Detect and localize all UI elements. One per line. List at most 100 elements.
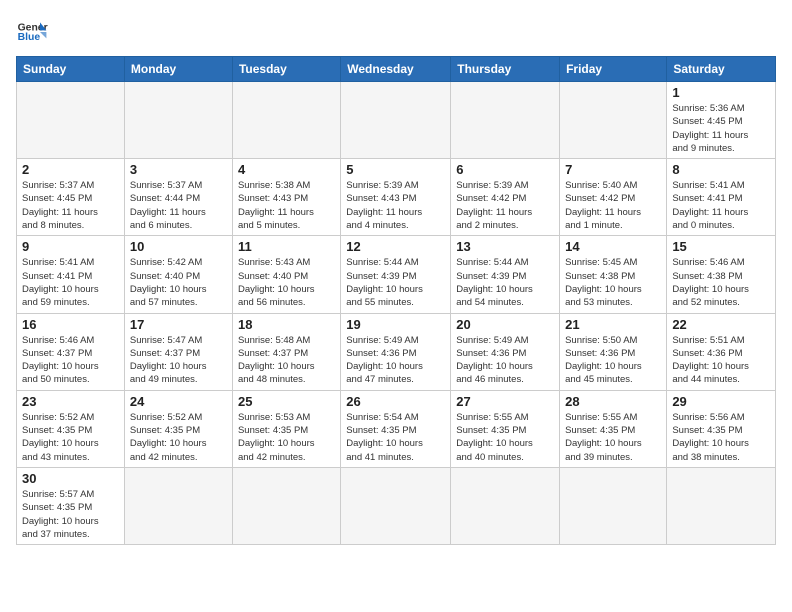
day-number: 22	[672, 317, 770, 332]
day-info: Sunrise: 5:55 AM Sunset: 4:35 PM Dayligh…	[456, 411, 554, 464]
day-info: Sunrise: 5:52 AM Sunset: 4:35 PM Dayligh…	[130, 411, 227, 464]
calendar-cell	[232, 467, 340, 544]
calendar-cell: 11 Sunrise: 5:43 AM Sunset: 4:40 PM Dayli…	[232, 236, 340, 313]
day-number: 11	[238, 239, 335, 254]
header: General Blue	[16, 16, 776, 48]
day-info: Sunrise: 5:39 AM Sunset: 4:42 PM Dayligh…	[456, 179, 554, 232]
logo: General Blue	[16, 16, 48, 48]
weekday-header-saturday: Saturday	[667, 57, 776, 82]
calendar-cell: 28 Sunrise: 5:55 AM Sunset: 4:35 PM Dayli…	[560, 390, 667, 467]
day-info: Sunrise: 5:56 AM Sunset: 4:35 PM Dayligh…	[672, 411, 770, 464]
day-number: 2	[22, 162, 119, 177]
day-info: Sunrise: 5:55 AM Sunset: 4:35 PM Dayligh…	[565, 411, 661, 464]
day-number: 16	[22, 317, 119, 332]
day-number: 25	[238, 394, 335, 409]
calendar-cell: 25 Sunrise: 5:53 AM Sunset: 4:35 PM Dayli…	[232, 390, 340, 467]
day-info: Sunrise: 5:51 AM Sunset: 4:36 PM Dayligh…	[672, 334, 770, 387]
calendar-cell	[341, 82, 451, 159]
calendar-cell: 10 Sunrise: 5:42 AM Sunset: 4:40 PM Dayli…	[124, 236, 232, 313]
weekday-header-row: SundayMondayTuesdayWednesdayThursdayFrid…	[17, 57, 776, 82]
calendar-cell: 13 Sunrise: 5:44 AM Sunset: 4:39 PM Dayli…	[451, 236, 560, 313]
day-info: Sunrise: 5:39 AM Sunset: 4:43 PM Dayligh…	[346, 179, 445, 232]
calendar-cell	[232, 82, 340, 159]
day-info: Sunrise: 5:42 AM Sunset: 4:40 PM Dayligh…	[130, 256, 227, 309]
day-number: 26	[346, 394, 445, 409]
calendar-cell	[451, 82, 560, 159]
page: General Blue SundayMondayTuesdayWednesda…	[0, 0, 792, 612]
day-info: Sunrise: 5:50 AM Sunset: 4:36 PM Dayligh…	[565, 334, 661, 387]
day-number: 21	[565, 317, 661, 332]
day-number: 24	[130, 394, 227, 409]
calendar-cell: 24 Sunrise: 5:52 AM Sunset: 4:35 PM Dayli…	[124, 390, 232, 467]
day-number: 19	[346, 317, 445, 332]
calendar-cell: 5 Sunrise: 5:39 AM Sunset: 4:43 PM Daylig…	[341, 159, 451, 236]
day-info: Sunrise: 5:49 AM Sunset: 4:36 PM Dayligh…	[346, 334, 445, 387]
day-number: 29	[672, 394, 770, 409]
day-info: Sunrise: 5:37 AM Sunset: 4:44 PM Dayligh…	[130, 179, 227, 232]
calendar-table: SundayMondayTuesdayWednesdayThursdayFrid…	[16, 56, 776, 545]
calendar-cell: 16 Sunrise: 5:46 AM Sunset: 4:37 PM Dayli…	[17, 313, 125, 390]
calendar-cell: 1Sunrise: 5:36 AM Sunset: 4:45 PM Daylig…	[667, 82, 776, 159]
day-info: Sunrise: 5:46 AM Sunset: 4:38 PM Dayligh…	[672, 256, 770, 309]
calendar-cell: 21 Sunrise: 5:50 AM Sunset: 4:36 PM Dayli…	[560, 313, 667, 390]
calendar-cell: 7 Sunrise: 5:40 AM Sunset: 4:42 PM Daylig…	[560, 159, 667, 236]
day-info: Sunrise: 5:45 AM Sunset: 4:38 PM Dayligh…	[565, 256, 661, 309]
calendar-cell: 15Sunrise: 5:46 AM Sunset: 4:38 PM Dayli…	[667, 236, 776, 313]
day-number: 6	[456, 162, 554, 177]
calendar-cell	[667, 467, 776, 544]
day-number: 28	[565, 394, 661, 409]
day-number: 4	[238, 162, 335, 177]
calendar-cell: 2 Sunrise: 5:37 AM Sunset: 4:45 PM Daylig…	[17, 159, 125, 236]
calendar-cell: 26 Sunrise: 5:54 AM Sunset: 4:35 PM Dayli…	[341, 390, 451, 467]
day-number: 3	[130, 162, 227, 177]
day-info: Sunrise: 5:49 AM Sunset: 4:36 PM Dayligh…	[456, 334, 554, 387]
day-number: 30	[22, 471, 119, 486]
weekday-header-wednesday: Wednesday	[341, 57, 451, 82]
calendar-week-row: 23 Sunrise: 5:52 AM Sunset: 4:35 PM Dayli…	[17, 390, 776, 467]
day-number: 13	[456, 239, 554, 254]
day-number: 7	[565, 162, 661, 177]
calendar-cell: 3 Sunrise: 5:37 AM Sunset: 4:44 PM Daylig…	[124, 159, 232, 236]
calendar-cell	[124, 467, 232, 544]
calendar-week-row: 9Sunrise: 5:41 AM Sunset: 4:41 PM Daylig…	[17, 236, 776, 313]
day-info: Sunrise: 5:37 AM Sunset: 4:45 PM Dayligh…	[22, 179, 119, 232]
day-number: 18	[238, 317, 335, 332]
calendar-cell: 27 Sunrise: 5:55 AM Sunset: 4:35 PM Dayli…	[451, 390, 560, 467]
day-number: 10	[130, 239, 227, 254]
day-info: Sunrise: 5:54 AM Sunset: 4:35 PM Dayligh…	[346, 411, 445, 464]
day-info: Sunrise: 5:41 AM Sunset: 4:41 PM Dayligh…	[22, 256, 119, 309]
calendar-cell	[451, 467, 560, 544]
calendar-cell: 23Sunrise: 5:52 AM Sunset: 4:35 PM Dayli…	[17, 390, 125, 467]
day-info: Sunrise: 5:48 AM Sunset: 4:37 PM Dayligh…	[238, 334, 335, 387]
day-info: Sunrise: 5:40 AM Sunset: 4:42 PM Dayligh…	[565, 179, 661, 232]
calendar-cell: 9Sunrise: 5:41 AM Sunset: 4:41 PM Daylig…	[17, 236, 125, 313]
day-number: 8	[672, 162, 770, 177]
day-number: 27	[456, 394, 554, 409]
logo-icon: General Blue	[16, 16, 48, 48]
weekday-header-thursday: Thursday	[451, 57, 560, 82]
day-info: Sunrise: 5:44 AM Sunset: 4:39 PM Dayligh…	[456, 256, 554, 309]
day-info: Sunrise: 5:57 AM Sunset: 4:35 PM Dayligh…	[22, 488, 119, 541]
calendar-cell: 6 Sunrise: 5:39 AM Sunset: 4:42 PM Daylig…	[451, 159, 560, 236]
weekday-header-friday: Friday	[560, 57, 667, 82]
calendar-cell: 19 Sunrise: 5:49 AM Sunset: 4:36 PM Dayli…	[341, 313, 451, 390]
weekday-header-sunday: Sunday	[17, 57, 125, 82]
calendar-cell: 12Sunrise: 5:44 AM Sunset: 4:39 PM Dayli…	[341, 236, 451, 313]
calendar-cell: 30 Sunrise: 5:57 AM Sunset: 4:35 PM Dayli…	[17, 467, 125, 544]
day-info: Sunrise: 5:53 AM Sunset: 4:35 PM Dayligh…	[238, 411, 335, 464]
svg-text:Blue: Blue	[18, 32, 41, 43]
calendar-cell	[124, 82, 232, 159]
day-number: 23	[22, 394, 119, 409]
calendar-cell: 4Sunrise: 5:38 AM Sunset: 4:43 PM Daylig…	[232, 159, 340, 236]
calendar-cell	[560, 82, 667, 159]
calendar-week-row: 30 Sunrise: 5:57 AM Sunset: 4:35 PM Dayli…	[17, 467, 776, 544]
day-number: 5	[346, 162, 445, 177]
day-info: Sunrise: 5:44 AM Sunset: 4:39 PM Dayligh…	[346, 256, 445, 309]
calendar-cell	[560, 467, 667, 544]
calendar-cell: 20 Sunrise: 5:49 AM Sunset: 4:36 PM Dayli…	[451, 313, 560, 390]
day-info: Sunrise: 5:43 AM Sunset: 4:40 PM Dayligh…	[238, 256, 335, 309]
day-number: 20	[456, 317, 554, 332]
calendar-cell: 22 Sunrise: 5:51 AM Sunset: 4:36 PM Dayli…	[667, 313, 776, 390]
calendar-week-row: 2 Sunrise: 5:37 AM Sunset: 4:45 PM Daylig…	[17, 159, 776, 236]
day-info: Sunrise: 5:46 AM Sunset: 4:37 PM Dayligh…	[22, 334, 119, 387]
